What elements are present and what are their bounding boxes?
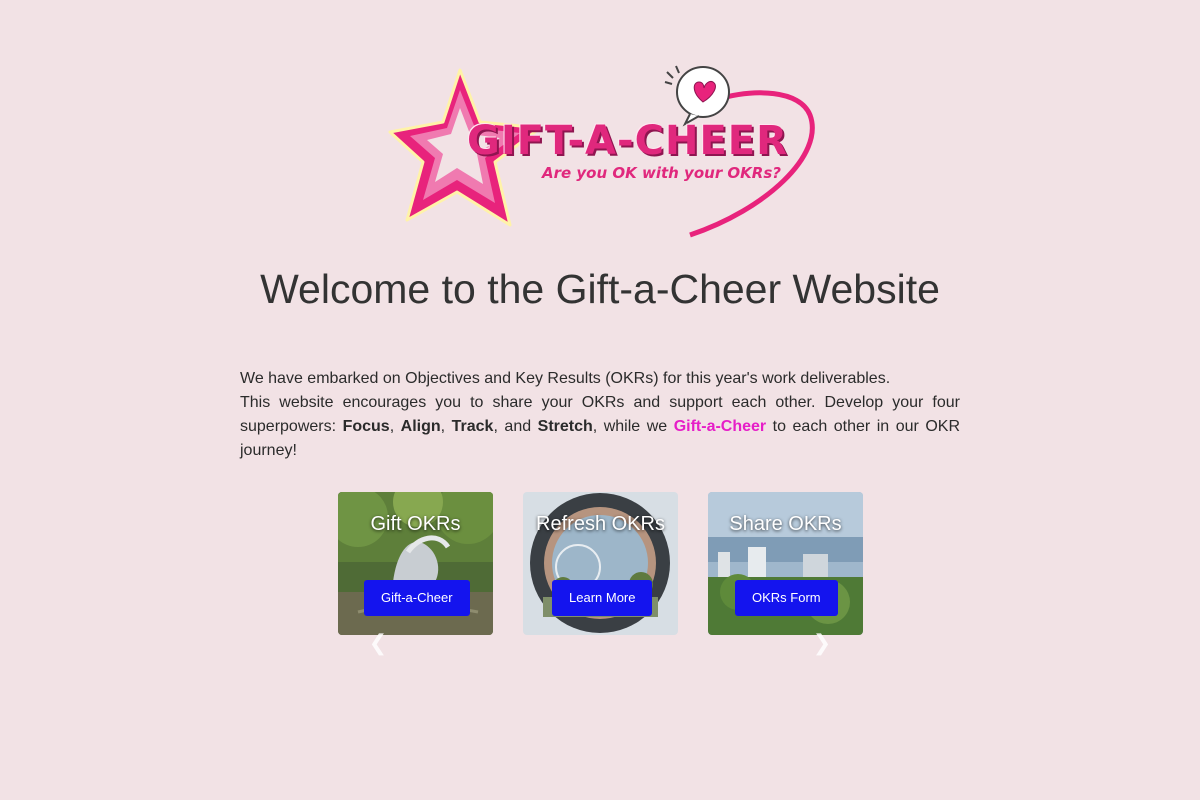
page-title: Welcome to the Gift-a-Cheer Website — [260, 266, 940, 312]
okrs-form-button[interactable]: OKRs Form — [735, 580, 838, 616]
logo-title: GIFT-A-CHEER — [467, 118, 788, 164]
intro-sep-2: , — [440, 418, 452, 435]
superpower-align: Align — [400, 418, 441, 435]
learn-more-button[interactable]: Learn More — [552, 580, 653, 616]
superpower-stretch: Stretch — [537, 418, 593, 435]
card-gift-okrs: Gift OKRs Gift-a-Cheer — [338, 492, 493, 635]
chevron-right-icon[interactable]: ❯ — [812, 632, 832, 654]
card-share-okrs: Share OKRs OKRs Form — [708, 492, 863, 635]
intro-line-2: This website encourages you to share you… — [240, 391, 960, 463]
card-title: Gift OKRs — [370, 513, 461, 535]
card-refresh-okrs: Refresh OKRs Learn More — [523, 492, 678, 635]
logo-tagline: Are you OK with your OKRs? — [542, 164, 781, 182]
intro-sep-3: , and — [493, 418, 538, 435]
intro-line-1: We have embarked on Objectives and Key R… — [240, 370, 891, 387]
superpower-track: Track — [451, 418, 494, 435]
card-title: Refresh OKRs — [536, 513, 665, 535]
site-logo: GIFT-A-CHEER Are you OK with your OKRs? — [385, 60, 825, 245]
intro-text: We have embarked on Objectives and Key R… — [240, 367, 960, 463]
card-title: Share OKRs — [729, 513, 842, 535]
superpower-focus: Focus — [342, 418, 390, 435]
intro-mid: , while we — [592, 418, 674, 435]
okr-carousel: Gift OKRs Gift-a-Cheer Refresh OKRs Lear… — [338, 492, 863, 635]
gift-a-cheer-button[interactable]: Gift-a-Cheer — [364, 580, 470, 616]
brand-name: Gift-a-Cheer — [673, 418, 767, 435]
chevron-left-icon[interactable]: ❮ — [368, 632, 388, 654]
intro-sep-1: , — [389, 418, 401, 435]
